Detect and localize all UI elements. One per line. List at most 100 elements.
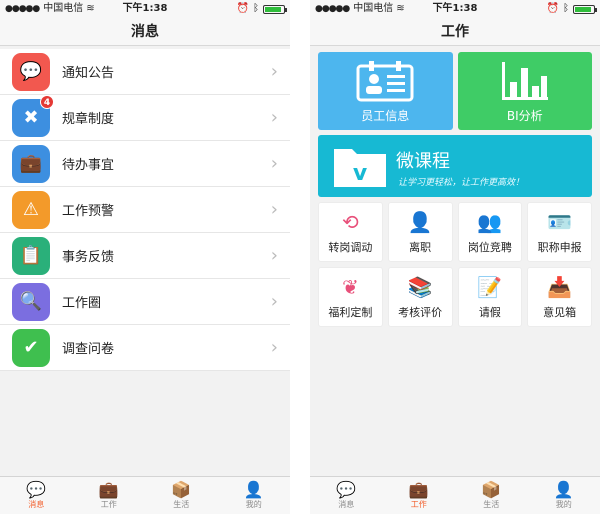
- list-item-label: 事务反馈: [62, 250, 115, 265]
- list-item-label: 规章制度: [62, 112, 115, 127]
- tab-label: 生活: [173, 500, 190, 509]
- toggle-icon: ⚠: [12, 190, 50, 229]
- work-tab-icon: 💼: [408, 480, 429, 499]
- work-tab-icon: 💼: [98, 480, 119, 499]
- chevron-right-icon: ›: [270, 337, 278, 358]
- small-tile-label: 请假: [478, 306, 501, 319]
- employee-info-label: 员工信息: [361, 109, 410, 123]
- tab-label: 我的: [245, 500, 262, 509]
- bar-chart-icon: [501, 62, 548, 100]
- small-tile[interactable]: 👤 离职: [387, 202, 453, 262]
- battery-icon: [573, 4, 597, 14]
- list-item-label: 工作预警: [62, 204, 115, 219]
- micro-course-title: 微课程: [396, 151, 450, 172]
- briefcase-icon: 💼: [12, 144, 50, 183]
- bluetooth-icon: ᛒ: [563, 3, 569, 14]
- tab-work[interactable]: 💼 工作: [73, 477, 146, 514]
- tab-profile[interactable]: 👤 我的: [528, 477, 600, 514]
- tab-label: 工作: [410, 500, 427, 509]
- tab-work[interactable]: 💼 工作: [383, 477, 456, 514]
- small-tile[interactable]: 🪪 职称申报: [527, 202, 592, 262]
- tab-label: 消息: [28, 500, 45, 509]
- list-item[interactable]: ✔ 调查问卷 ›: [0, 325, 290, 371]
- work-grid: 员工信息 BI分析 v 微课程 让学习更轻松，让工作更高效！ ⟲ 转岗调动 👤 …: [310, 46, 600, 333]
- tab-bar: 💬 消息 💼 工作 📦 生活 👤 我的: [0, 476, 290, 514]
- folder-video-icon: v: [334, 149, 386, 187]
- tab-profile[interactable]: 👤 我的: [218, 477, 291, 514]
- wifi-icon: ≋: [396, 3, 405, 14]
- small-tile[interactable]: ⟲ 转岗调动: [318, 202, 383, 262]
- certificate-icon: 🪪: [547, 210, 573, 234]
- status-bar: ●●●●● 中国电信 ≋ 下午1:38 ⏰ ᛒ: [0, 0, 290, 18]
- list-item-label: 调查问卷: [62, 342, 115, 357]
- battery-icon: [263, 4, 287, 14]
- small-tile-label: 意见箱: [543, 306, 577, 319]
- small-tiles: ⟲ 转岗调动 👤 离职 👥 岗位竞聘 🪪 职称申报 ❦ 福利定制 📚 考核评价 📝 请假 📥 意见箱: [318, 202, 592, 327]
- message-tab-icon: 💬: [26, 480, 47, 499]
- carrier-label: 中国电信: [353, 3, 394, 14]
- page-title: 消息: [0, 18, 290, 46]
- chevron-right-icon: ›: [270, 291, 278, 312]
- small-tile[interactable]: 📥 意见箱: [527, 267, 592, 327]
- list-item[interactable]: ⚠ 工作预警 ›: [0, 187, 290, 233]
- tab-message[interactable]: 💬 消息: [310, 477, 383, 514]
- page-title: 工作: [310, 18, 600, 46]
- work-screen: ●●●●● 中国电信 ≋ 下午1:38 ⏰ ᛒ 工作 员工信息 BI分析 v 微…: [310, 0, 600, 514]
- transfer-icon: ⟲: [341, 210, 359, 234]
- clipboard-icon: 📋: [12, 236, 50, 275]
- tab-bar: 💬 消息 💼 工作 📦 生活 👤 我的: [310, 476, 600, 514]
- chevron-right-icon: ›: [270, 107, 278, 128]
- alarm-icon: ⏰: [236, 3, 249, 14]
- list-item-label: 待办事宜: [62, 158, 115, 173]
- employee-info-tile[interactable]: 员工信息: [318, 52, 453, 130]
- small-tile[interactable]: 👥 岗位竞聘: [457, 202, 523, 262]
- leave-icon: 👤: [407, 210, 433, 234]
- small-tile-label: 岗位竞聘: [467, 241, 512, 254]
- profile-tab-icon: 👤: [243, 480, 264, 499]
- list-item[interactable]: 💼 待办事宜 ›: [0, 141, 290, 187]
- checklist-icon: ✔: [12, 328, 50, 367]
- jobs-search-icon: 🔍: [12, 282, 50, 321]
- micro-course-subtitle: 让学习更轻松，让工作更高效！: [398, 178, 525, 188]
- list-item[interactable]: 💬 通知公告 ›: [0, 49, 290, 95]
- list-item[interactable]: 🔍 工作圈 ›: [0, 279, 290, 325]
- message-tab-icon: 💬: [336, 480, 357, 499]
- chevron-right-icon: ›: [270, 61, 278, 82]
- small-tile-label: 福利定制: [328, 306, 373, 319]
- tab-life[interactable]: 📦 生活: [455, 477, 528, 514]
- small-tile[interactable]: ❦ 福利定制: [318, 267, 383, 327]
- list-item[interactable]: 📋 事务反馈 ›: [0, 233, 290, 279]
- rules-icon: ✖ 4: [12, 94, 54, 137]
- status-bar: ●●●●● 中国电信 ≋ 下午1:38 ⏰ ᛒ: [310, 0, 600, 18]
- small-tile-label: 职称申报: [537, 241, 582, 254]
- bi-analysis-label: BI分析: [506, 109, 543, 123]
- tab-life[interactable]: 📦 生活: [145, 477, 218, 514]
- signal-icon: ●●●●●: [315, 4, 350, 14]
- small-tile[interactable]: 📝 请假: [457, 267, 523, 327]
- list-item[interactable]: ✖ 4 规章制度 ›: [0, 94, 290, 141]
- wifi-icon: ≋: [86, 3, 95, 14]
- tab-message[interactable]: 💬 消息: [0, 477, 73, 514]
- small-tile-label: 考核评价: [398, 306, 443, 319]
- alarm-icon: ⏰: [546, 3, 559, 14]
- bi-analysis-tile[interactable]: BI分析: [457, 52, 592, 130]
- list-item-label: 通知公告: [62, 66, 115, 81]
- id-card-icon: [356, 61, 414, 102]
- chevron-right-icon: ›: [270, 153, 278, 174]
- small-tile[interactable]: 📚 考核评价: [387, 267, 453, 327]
- tab-label: 工作: [100, 500, 117, 509]
- list-item-label: 工作圈: [62, 296, 102, 311]
- messages-screen: ●●●●● 中国电信 ≋ 下午1:38 ⏰ ᛒ 消息 💬 通知公告 › ✖ 4 规章制度 ›…: [0, 0, 290, 514]
- life-tab-icon: 📦: [481, 480, 502, 499]
- team-icon: 👥: [477, 210, 503, 234]
- suggestion-box-icon: 📥: [547, 275, 573, 299]
- profile-tab-icon: 👤: [553, 480, 574, 499]
- bluetooth-icon: ᛒ: [253, 3, 259, 14]
- life-tab-icon: 📦: [171, 480, 192, 499]
- tab-label: 生活: [483, 500, 500, 509]
- carrier-label: 中国电信: [43, 3, 84, 14]
- small-tile-label: 转岗调动: [328, 241, 373, 254]
- chevron-right-icon: ›: [270, 245, 278, 266]
- message-list: 💬 通知公告 › ✖ 4 规章制度 › 💼 待办事宜 › ⚠ 工作预警 › 📋 事务反馈 › 🔍 工作圈 › ✔ 调查问…: [0, 49, 290, 371]
- micro-course-tile[interactable]: v 微课程 让学习更轻松，让工作更高效！: [318, 135, 592, 197]
